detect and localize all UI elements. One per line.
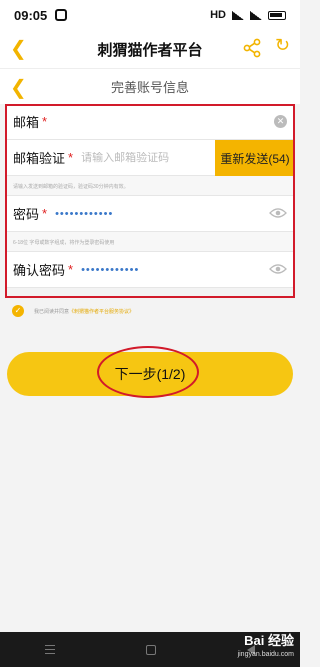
next-button[interactable]: 下一步(1/2) — [7, 352, 293, 396]
confirm-password-field[interactable]: •••••••••••• — [81, 264, 287, 276]
watermark-text: Bai 经验 — [244, 633, 294, 648]
share-icon[interactable] — [242, 38, 262, 58]
code-label: 邮箱验证 — [13, 151, 66, 166]
refresh-icon[interactable]: ↻ — [275, 35, 290, 56]
chevron-left-icon[interactable]: ❮ — [10, 36, 27, 61]
sub-header: ❮ 完善账号信息 — [0, 68, 300, 104]
clear-icon[interactable]: ✕ — [274, 115, 287, 128]
required-star: * — [42, 114, 48, 129]
status-time: 09:05 — [14, 7, 48, 23]
confirm-label: 确认密码 — [13, 263, 66, 278]
eye-icon[interactable] — [269, 263, 287, 275]
status-indicators: HD — [210, 9, 286, 21]
required-star: * — [42, 206, 48, 221]
home-icon[interactable] — [145, 644, 156, 655]
network-label: HD — [210, 9, 226, 21]
checkmark-icon[interactable]: ✓ — [12, 305, 24, 317]
email-field[interactable] — [55, 115, 287, 128]
watermark-url: jingyan.baidu.com — [237, 651, 294, 658]
sub-header-title: 完善账号信息 — [110, 80, 189, 95]
menu-icon[interactable] — [45, 645, 56, 654]
email-label: 邮箱 — [13, 115, 40, 130]
password-hint: 6-18位 字母或数字组成，将作为登录密码使用 — [5, 232, 295, 252]
app-header: ❮ 刺猬猫作者平台 ↻ — [0, 30, 300, 68]
required-star: * — [68, 262, 74, 277]
page-title: 刺猬猫作者平台 — [97, 41, 203, 59]
required-star: * — [68, 150, 74, 165]
next-button-label: 下一步(1/2) — [114, 366, 186, 382]
password-row: 密码 * •••••••••••• — [5, 196, 295, 232]
status-bar: 09:05 HD — [0, 0, 300, 30]
code-row: 邮箱验证 * 重新发送(54) — [5, 140, 295, 176]
battery-icon — [268, 10, 286, 20]
watermark: Bai 经验 jingyan.baidu.com — [214, 630, 294, 666]
email-row: 邮箱 * ✕ — [5, 104, 295, 140]
agreement-row: ✓ 我已阅读并同意 《刺猬猫作者平台服务协议》 — [12, 304, 292, 318]
eye-icon[interactable] — [269, 207, 287, 219]
confirm-row: 确认密码 * •••••••••••• — [5, 252, 295, 288]
account-form: 邮箱 * ✕ 邮箱验证 * 重新发送(54) 请输入发送到邮箱的验证码，验证码3… — [5, 104, 295, 288]
code-hint: 请输入发送到邮箱的验证码，验证码30分钟内有效。 — [5, 176, 295, 196]
agreement-text: 我已阅读并同意 — [34, 308, 70, 315]
password-field[interactable]: •••••••••••• — [55, 208, 287, 220]
page: 09:05 HD ❮ 刺猬猫作者平台 ↻ ❮ 完善账号信息 邮箱 * ✕ 邮箱验… — [0, 0, 300, 667]
signal-icon — [232, 10, 244, 20]
chevron-left-icon[interactable]: ❮ — [10, 75, 27, 100]
resend-button[interactable]: 重新发送(54) — [215, 140, 295, 176]
signal-icon-2 — [250, 10, 262, 20]
app-notification-icon — [55, 9, 68, 21]
password-label: 密码 — [13, 207, 40, 222]
agreement-link[interactable]: 《刺猬猫作者平台服务协议》 — [69, 308, 134, 315]
